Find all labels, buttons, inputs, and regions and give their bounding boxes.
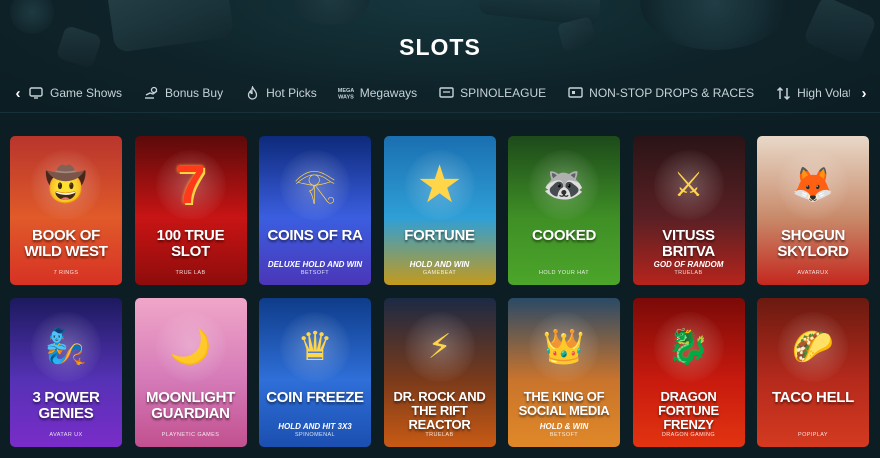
game-title: SHOGUN SKYLORD xyxy=(777,227,849,260)
lucky-seven-icon: 7 xyxy=(155,150,226,220)
tab-high-volatility[interactable]: High Volatility xyxy=(766,76,850,110)
game-title: DRAGON FORTUNE FRENZY xyxy=(658,389,719,432)
svg-text:MEGA: MEGA xyxy=(338,88,354,94)
game-title: COIN FREEZE xyxy=(266,389,364,406)
game-title: BOOK OF WILD WEST xyxy=(24,227,108,260)
game-provider: POPIPLAY xyxy=(798,432,828,438)
game-provider: AVATAR UX xyxy=(49,432,83,438)
game-title: 100 TRUE SLOT xyxy=(156,227,225,260)
samurai-fox-icon: 🦊 xyxy=(778,150,848,220)
game-provider: TRUELAB xyxy=(674,270,703,276)
category-tabs: ‹ Game Shows Bonus Buy Hot Picks MEGA WAYS Me… xyxy=(0,76,880,110)
chef-icon: 🌮 xyxy=(778,312,848,382)
game-provider: BETSOFT xyxy=(300,270,330,276)
tab-hot-picks[interactable]: Hot Picks xyxy=(235,76,326,110)
game-provider: HOLD YOUR HAT xyxy=(539,270,589,276)
gold-star-icon: ★ xyxy=(404,150,475,220)
page-title: SLOTS xyxy=(399,34,481,60)
bonus-buy-icon xyxy=(143,85,159,101)
svg-text:WAYS: WAYS xyxy=(338,95,354,101)
drops-races-icon xyxy=(567,85,583,101)
tab-spinoleague[interactable]: SPINOLEAGUE xyxy=(429,76,555,110)
game-provider: GAMEBEAT xyxy=(422,270,457,276)
game-card[interactable]: 🦝 COOKED HOLD YOUR HAT xyxy=(508,136,620,285)
game-title: TACO HELL xyxy=(771,389,854,406)
genie-icon: 🧞 xyxy=(31,312,101,382)
game-grid: 🤠 BOOK OF WILD WEST 7 RINGS 7 100 TRUE SLOT T… xyxy=(10,136,872,447)
tabs-divider xyxy=(0,112,880,113)
crown-coin-icon: ♛ xyxy=(280,312,350,382)
tab-label: Game Shows xyxy=(50,86,123,100)
tab-track: Game Shows Bonus Buy Hot Picks MEGA WAYS Mega… xyxy=(28,76,850,110)
game-provider: TRUE LAB xyxy=(175,270,206,276)
game-provider: SPINOMENAL xyxy=(294,432,336,438)
tab-non-stop-drops-races[interactable]: NON-STOP DROPS & RACES xyxy=(558,76,763,110)
golden-dragon-icon: 🐉 xyxy=(653,312,724,382)
game-title: DR. ROCK AND THE RIFT REACTOR xyxy=(393,389,486,432)
tab-label: NON-STOP DROPS & RACES xyxy=(589,86,755,100)
game-provider: BETSOFT xyxy=(549,432,579,438)
scientist-icon: ⚡ xyxy=(404,312,475,382)
tab-label: Hot Picks xyxy=(266,86,317,100)
game-title: VITUSS BRITVA xyxy=(662,227,715,260)
game-title: THE KING OF SOCIAL MEDIA xyxy=(518,389,610,418)
game-card[interactable]: 🐉 DRAGON FORTUNE FRENZY DRAGON GAMING xyxy=(632,298,745,447)
scroll-right-button[interactable]: › xyxy=(852,76,876,110)
tab-label: SPINOLEAGUE xyxy=(460,86,547,100)
game-subtitle: DELUXE HOLD AND WIN xyxy=(267,260,363,269)
chip-decoration xyxy=(10,0,54,34)
game-card[interactable]: 🧞 3 POWER GENIES AVATAR UX xyxy=(10,298,122,447)
tab-label: Bonus Buy xyxy=(165,86,224,100)
game-provider: PLAYNETIC GAMES xyxy=(161,432,220,438)
game-provider: DRAGON GAMING xyxy=(661,432,716,438)
game-card[interactable]: 🤠 BOOK OF WILD WEST 7 RINGS xyxy=(10,136,122,285)
game-shows-icon xyxy=(28,85,44,101)
flame-icon xyxy=(244,85,260,101)
spinoleague-icon xyxy=(438,85,454,101)
game-card[interactable]: 🦊 SHOGUN SKYLORD AVATARUX xyxy=(757,136,869,285)
game-title: FORTUNE xyxy=(404,227,475,244)
game-card[interactable]: 7 100 TRUE SLOT TRUE LAB xyxy=(134,136,247,285)
volatility-arrows-icon xyxy=(775,85,791,101)
game-card[interactable]: ♛ COIN FREEZE HOLD AND HIT 3X3 SPINOMENAL xyxy=(259,298,371,447)
game-title: MOONLIGHT GUARDIAN xyxy=(146,389,235,422)
lemur-icon: 🦝 xyxy=(529,150,599,220)
game-title: COINS OF RA xyxy=(267,227,363,244)
game-subtitle: HOLD & WIN xyxy=(539,422,589,431)
tab-game-shows[interactable]: Game Shows xyxy=(28,76,131,110)
influencer-icon: 👑 xyxy=(529,312,599,382)
game-provider: 7 RINGS xyxy=(53,270,79,276)
game-card[interactable]: ⚔ VITUSS BRITVA GOD OF RANDOM TRUELAB xyxy=(632,136,745,285)
game-card[interactable]: ★ FORTUNE HOLD AND WIN GAMEBEAT xyxy=(383,136,496,285)
game-card[interactable]: 🌮 TACO HELL POPIPLAY xyxy=(757,298,869,447)
chip-decoration xyxy=(290,0,370,25)
tab-label: Megaways xyxy=(359,86,418,100)
tab-label: High Volatility xyxy=(797,86,850,100)
game-title: COOKED xyxy=(531,227,597,244)
game-provider: AVATARUX xyxy=(797,270,829,276)
game-card[interactable]: 👑 THE KING OF SOCIAL MEDIA HOLD & WIN BETSO… xyxy=(508,298,620,447)
tab-megaways[interactable]: MEGA WAYS Megaways xyxy=(329,76,426,110)
game-title: 3 POWER GENIES xyxy=(32,389,100,422)
game-card[interactable]: 𓂀 COINS OF RA DELUXE HOLD AND WIN BETSOFT xyxy=(259,136,371,285)
game-card[interactable]: 🌙 MOONLIGHT GUARDIAN PLAYNETIC GAMES xyxy=(134,298,247,447)
game-subtitle: HOLD AND WIN xyxy=(409,260,470,269)
cowgirl-icon: 🤠 xyxy=(31,150,101,220)
game-subtitle: GOD OF RANDOM xyxy=(653,260,724,269)
game-card[interactable]: ⚡ DR. ROCK AND THE RIFT REACTOR TRUELAB xyxy=(383,298,496,447)
megaways-icon: MEGA WAYS xyxy=(338,85,354,101)
game-provider: TRUELAB xyxy=(425,432,454,438)
tab-list: Game Shows Bonus Buy Hot Picks MEGA WAYS Mega… xyxy=(28,76,850,110)
scroll-left-button[interactable]: ‹ xyxy=(6,76,30,110)
guardian-girl-icon: 🌙 xyxy=(155,312,226,382)
game-subtitle: HOLD AND HIT 3X3 xyxy=(278,422,352,431)
tab-bonus-buy[interactable]: Bonus Buy xyxy=(134,76,232,110)
warrior-icon: ⚔ xyxy=(653,150,724,220)
ra-statue-icon: 𓂀 xyxy=(280,150,350,220)
